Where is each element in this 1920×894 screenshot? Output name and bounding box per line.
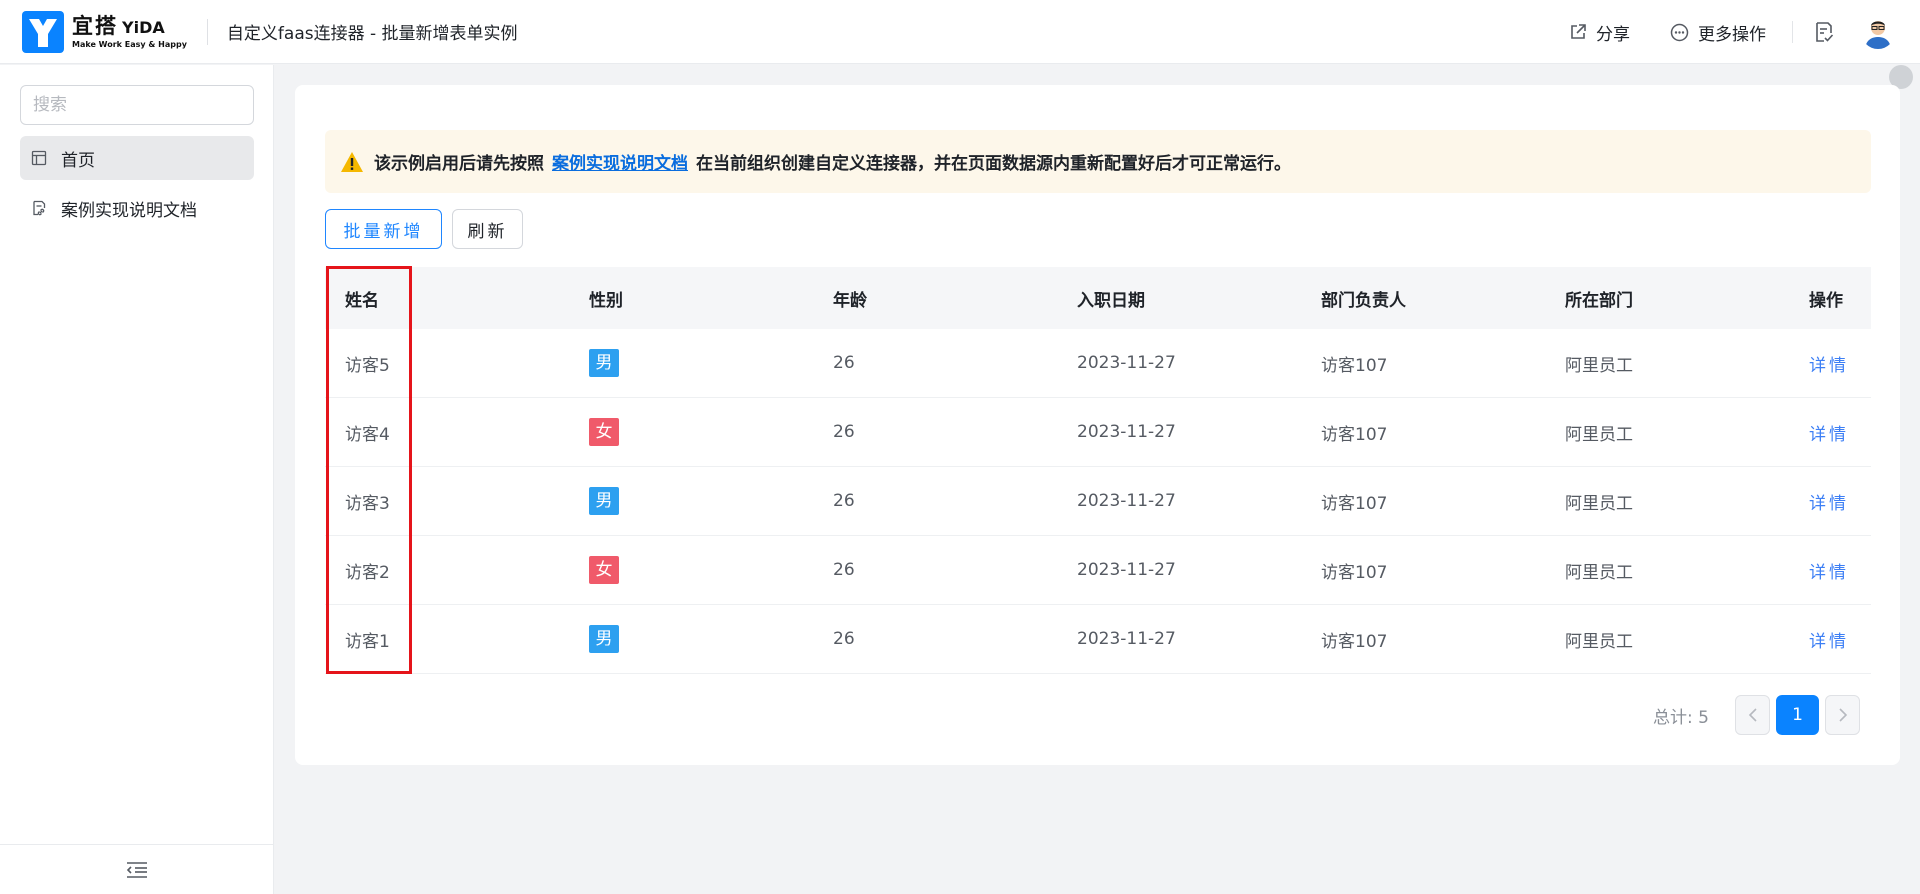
cell-date: 2023-11-27 <box>1077 629 1176 649</box>
highlight-box <box>326 266 412 674</box>
collapse-sidebar-icon[interactable] <box>125 860 149 880</box>
sidebar-item-home[interactable]: 首页 <box>20 136 254 180</box>
gender-tag: 男 <box>589 349 619 377</box>
table-header: 姓名 性别 年龄 入职日期 部门负责人 所在部门 操作 <box>325 267 1871 329</box>
cell-leader: 访客107 <box>1321 493 1388 514</box>
table-row: 访客4 女 26 2023-11-27 访客107 阿里员工 详情 <box>325 398 1871 467</box>
sidebar-footer <box>0 844 273 894</box>
gender-tag: 女 <box>589 418 619 446</box>
gender-tag: 女 <box>589 556 619 584</box>
yida-logo-icon <box>22 10 64 53</box>
column-header-age[interactable]: 年龄 <box>833 286 867 311</box>
cell-age: 26 <box>833 353 855 373</box>
cell-date: 2023-11-27 <box>1077 422 1176 442</box>
table-row: 访客3 男 26 2023-11-27 访客107 阿里员工 详情 <box>325 467 1871 536</box>
sidebar-item-label: 首页 <box>61 150 95 171</box>
cell-leader: 访客107 <box>1321 424 1388 445</box>
doc-link-icon <box>33 200 46 216</box>
warning-notice: 该示例启用后请先按照 案例实现说明文档 在当前组织创建自定义连接器，并在页面数据… <box>325 130 1871 193</box>
logo-text: 宜搭 YiDA Make Work Easy & Happy <box>72 14 187 50</box>
top-header: 宜搭 YiDA Make Work Easy & Happy 自定义faas连接器… <box>0 0 1920 64</box>
cell-dept: 阿里员工 <box>1565 493 1633 514</box>
next-page-button[interactable] <box>1825 695 1860 735</box>
search-box[interactable] <box>20 85 254 125</box>
chevron-left-icon <box>1748 708 1757 722</box>
sidebar: 首页 案例实现说明文档 <box>0 65 274 894</box>
header-separator <box>1792 21 1793 43</box>
logo-slogan: Make Work Easy & Happy <box>72 39 187 49</box>
page-icon <box>31 150 47 166</box>
table-row: 访客2 女 26 2023-11-27 访客107 阿里员工 详情 <box>325 536 1871 605</box>
cell-dept: 阿里员工 <box>1565 355 1633 376</box>
detail-link[interactable]: 详情 <box>1809 489 1849 514</box>
cell-leader: 访客107 <box>1321 631 1388 652</box>
notice-suffix: 在当前组织创建自定义连接器，并在页面数据源内重新配置好后才可正常运行。 <box>696 154 1291 174</box>
gender-tag: 男 <box>589 487 619 515</box>
warning-icon <box>341 151 363 172</box>
detail-link[interactable]: 详情 <box>1809 627 1849 652</box>
detail-link[interactable]: 详情 <box>1809 420 1849 445</box>
prev-page-button[interactable] <box>1735 695 1770 735</box>
yida-logo[interactable]: 宜搭 YiDA Make Work Easy & Happy <box>22 10 187 53</box>
cell-leader: 访客107 <box>1321 562 1388 583</box>
pagination: 总计: 5 1 <box>1653 695 1860 735</box>
share-label: 分享 <box>1596 24 1630 45</box>
data-table: 姓名 性别 年龄 入职日期 部门负责人 所在部门 操作 访客5 男 26 202… <box>325 267 1871 674</box>
cell-age: 26 <box>833 422 855 442</box>
share-button[interactable]: 分享 <box>1569 20 1630 45</box>
more-actions-button[interactable]: 更多操作 <box>1670 20 1766 45</box>
table-row: 访客5 男 26 2023-11-27 访客107 阿里员工 详情 <box>325 329 1871 398</box>
cell-date: 2023-11-27 <box>1077 491 1176 511</box>
refresh-button[interactable]: 刷新 <box>452 209 523 249</box>
form-check-icon[interactable] <box>1813 21 1835 43</box>
cell-date: 2023-11-27 <box>1077 353 1176 373</box>
cell-dept: 阿里员工 <box>1565 424 1633 445</box>
column-header-action: 操作 <box>1809 290 1843 311</box>
column-header-date[interactable]: 入职日期 <box>1077 286 1145 311</box>
gender-tag: 男 <box>589 625 619 653</box>
detail-link[interactable]: 详情 <box>1809 351 1849 376</box>
logo-cn-text: 宜搭 <box>72 13 118 38</box>
cell-age: 26 <box>833 491 855 511</box>
batch-add-button[interactable]: 批量新增 <box>325 209 442 249</box>
more-icon <box>1670 23 1689 41</box>
cell-dept: 阿里员工 <box>1565 631 1633 652</box>
total-count: 总计: 5 <box>1653 707 1709 728</box>
detail-link[interactable]: 详情 <box>1809 558 1849 583</box>
cell-dept: 阿里员工 <box>1565 562 1633 583</box>
app-title: 自定义faas连接器 - 批量新增表单实例 <box>226 24 518 44</box>
header-actions: 分享 更多操作 <box>1569 0 1920 64</box>
table-row: 访客1 男 26 2023-11-27 访客107 阿里员工 详情 <box>325 605 1871 674</box>
sidebar-item-label: 案例实现说明文档 <box>61 200 197 221</box>
header-divider <box>206 18 208 45</box>
cell-date: 2023-11-27 <box>1077 560 1176 580</box>
chevron-right-icon <box>1838 708 1847 722</box>
logo-en-text: YiDA <box>122 17 165 37</box>
search-input[interactable] <box>33 95 252 115</box>
column-header-dept[interactable]: 所在部门 <box>1565 286 1633 311</box>
notice-prefix: 该示例启用后请先按照 <box>374 154 544 174</box>
cell-age: 26 <box>833 560 855 580</box>
cell-leader: 访客107 <box>1321 355 1388 376</box>
share-icon <box>1571 24 1586 39</box>
page-button-current[interactable]: 1 <box>1776 695 1819 735</box>
column-header-leader[interactable]: 部门负责人 <box>1321 286 1406 311</box>
cell-age: 26 <box>833 629 855 649</box>
main-card: 该示例启用后请先按照 案例实现说明文档 在当前组织创建自定义连接器，并在页面数据… <box>295 85 1900 765</box>
notice-doc-link[interactable]: 案例实现说明文档 <box>552 149 688 174</box>
user-avatar[interactable] <box>1861 15 1895 49</box>
sidebar-item-docs[interactable]: 案例实现说明文档 <box>20 186 254 230</box>
column-header-gender[interactable]: 性别 <box>589 286 623 311</box>
more-actions-label: 更多操作 <box>1698 24 1766 45</box>
